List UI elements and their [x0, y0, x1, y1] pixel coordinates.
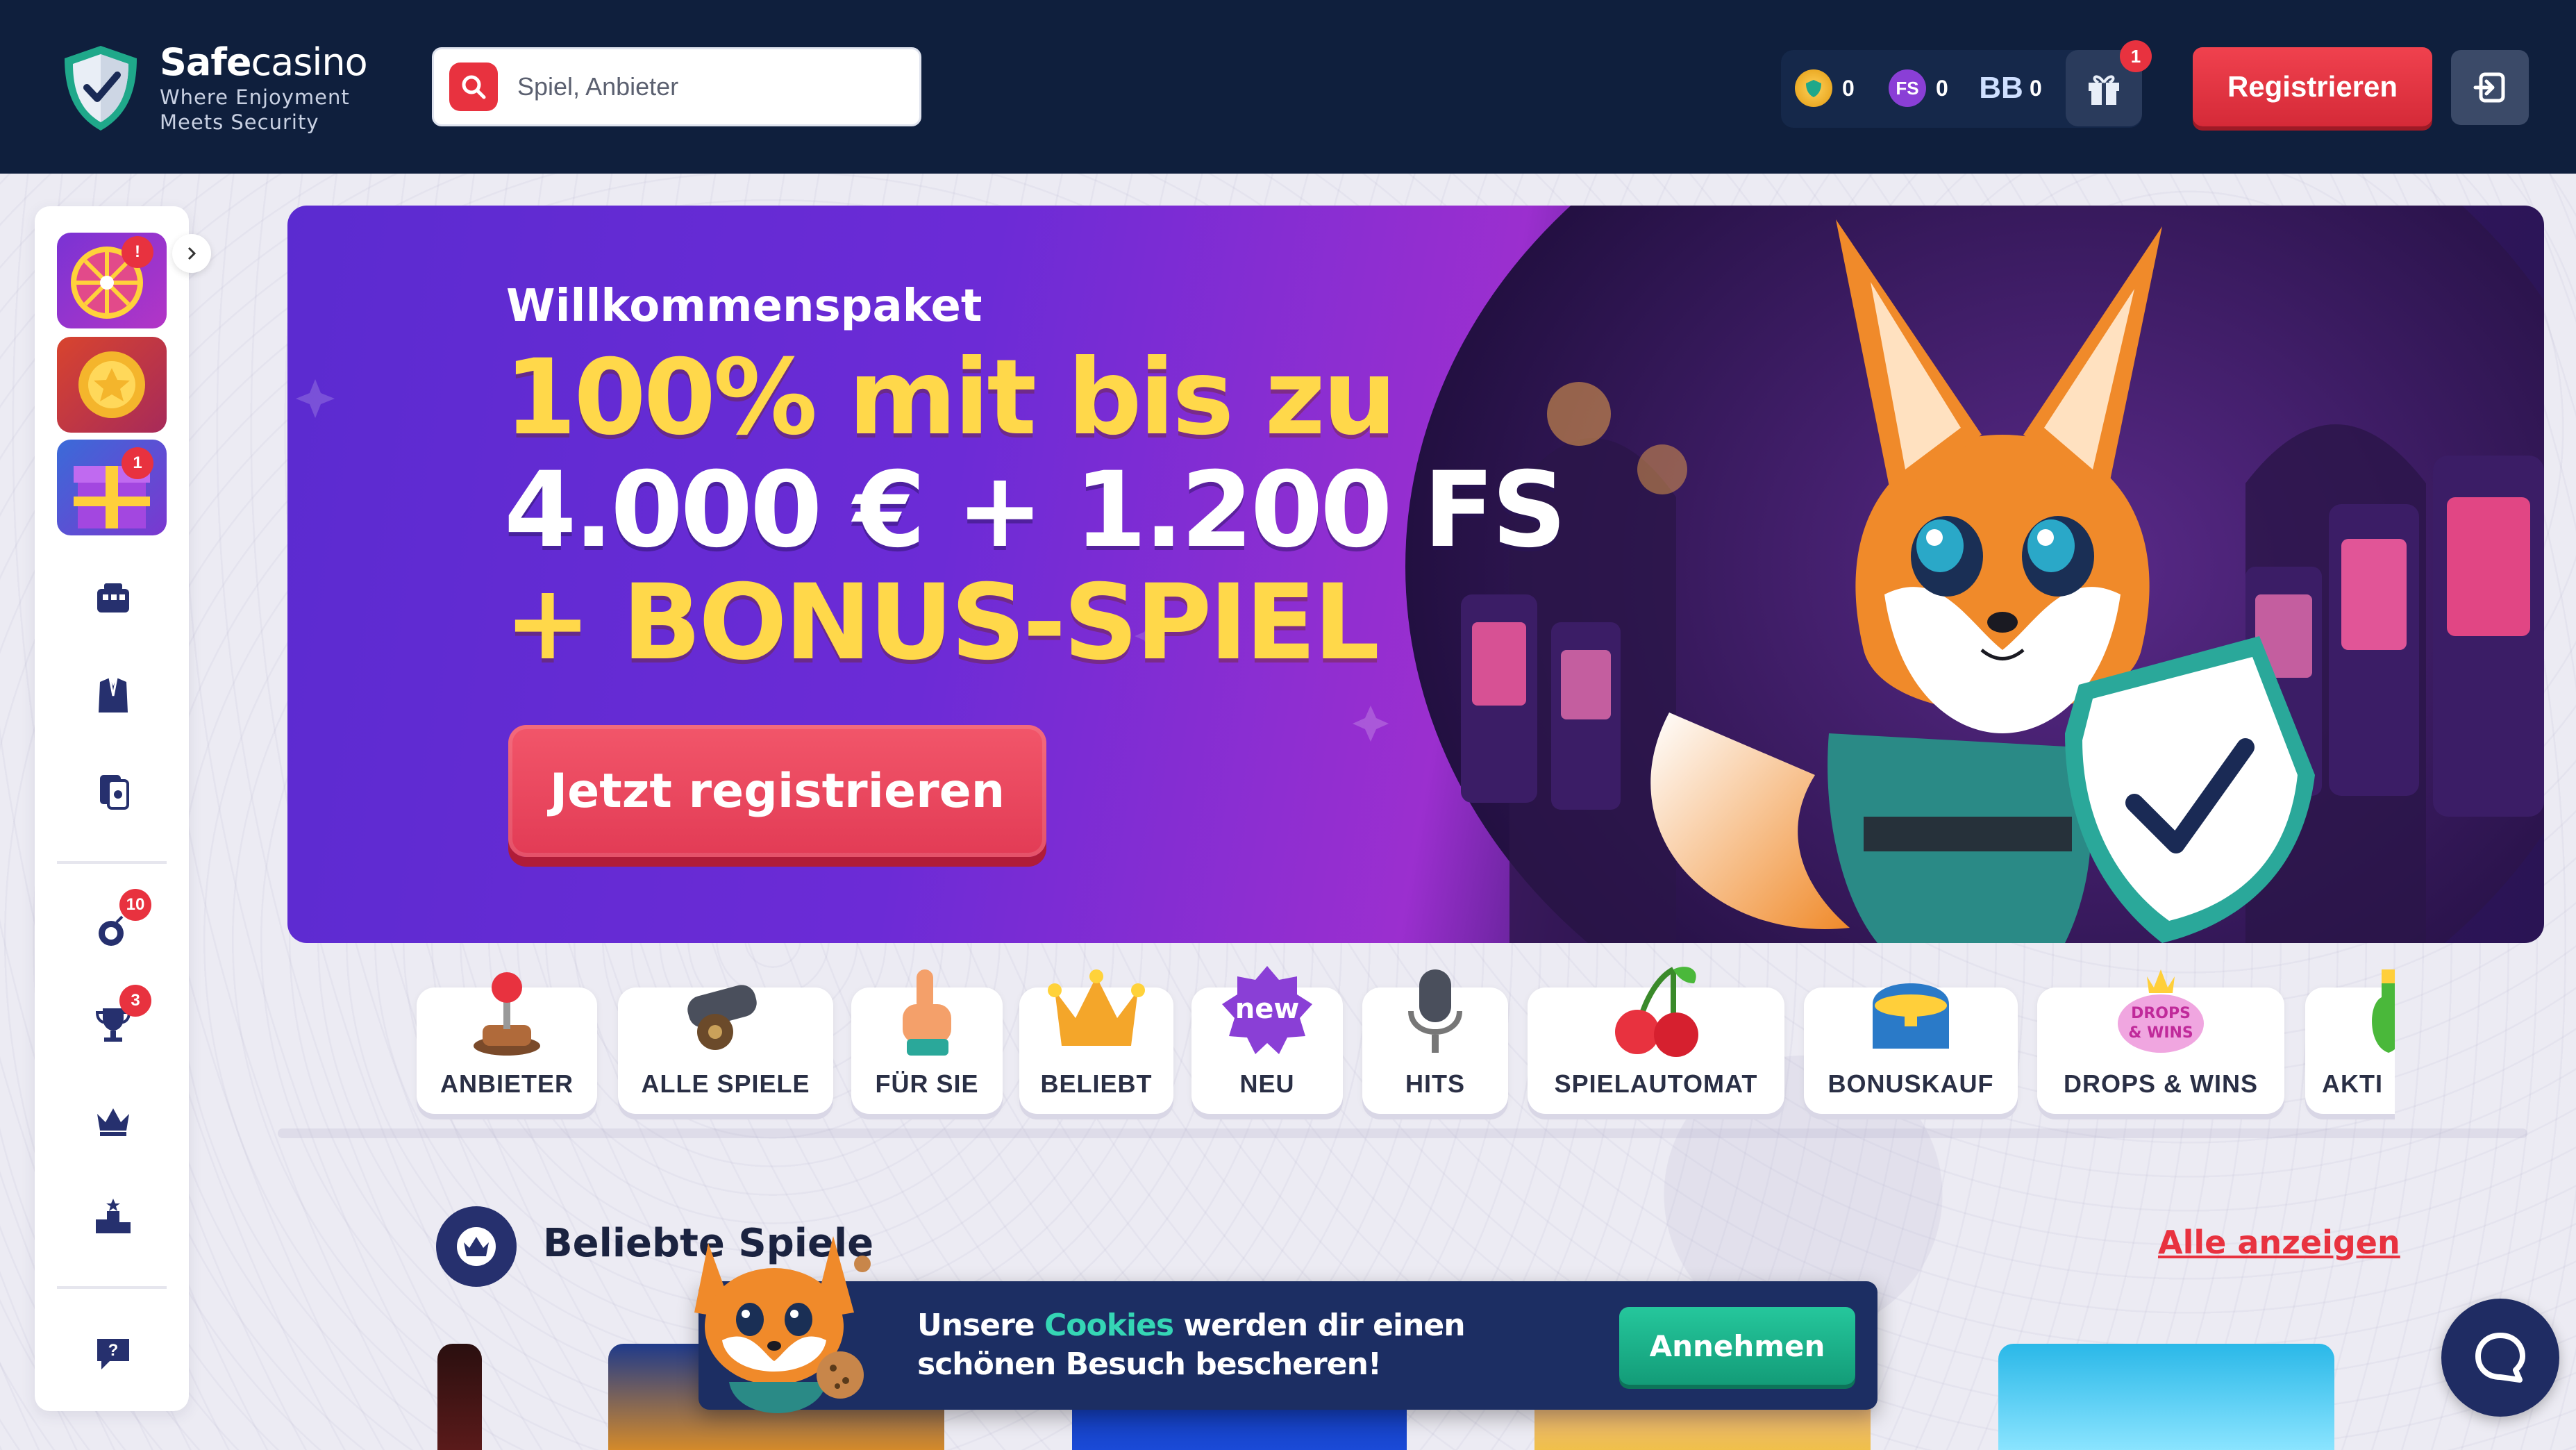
game-card-partial[interactable] — [437, 1344, 482, 1450]
cookie-policy-link[interactable]: Cookies — [1044, 1308, 1174, 1343]
gift-icon — [2089, 75, 2119, 105]
drops-wins-icon: DROPS & WINS — [2118, 969, 2204, 1053]
sidebar-promotions[interactable] — [89, 575, 137, 624]
search-icon[interactable] — [449, 62, 498, 111]
bomb-count-badge: 10 — [119, 889, 151, 921]
logo-shield-icon[interactable] — [59, 43, 142, 133]
svg-text:new: new — [1235, 993, 1300, 1025]
svg-text:?: ? — [108, 1341, 119, 1360]
category-hits[interactable]: HITS — [1362, 969, 1508, 1114]
category-new[interactable]: new NEU — [1191, 966, 1343, 1114]
login-button[interactable] — [2451, 50, 2529, 125]
hero-headline-3: + BONUS-SPIEL — [504, 562, 1380, 683]
microphone-icon — [1408, 969, 1462, 1053]
register-now-button[interactable]: Jetzt registrieren — [508, 725, 1046, 857]
cookie-message: Unsere Cookies werden dir einen schönen … — [917, 1308, 1466, 1382]
register-button[interactable]: Registrieren — [2193, 47, 2432, 126]
sidebar-vip[interactable] — [89, 1096, 137, 1144]
potion-icon — [2372, 969, 2395, 1053]
search-box[interactable] — [432, 47, 921, 126]
search-input[interactable] — [517, 72, 892, 101]
free-spins-balance[interactable]: FS 0 — [1889, 69, 1948, 107]
category-popular[interactable]: BELIEBT — [1019, 969, 1173, 1114]
game-card-4[interactable] — [1998, 1344, 2334, 1450]
cannon-icon — [687, 985, 757, 1050]
hero-headline-1: 100% mit bis zu — [504, 338, 1397, 458]
trophy-count-badge: 3 — [119, 985, 151, 1017]
live-chat-button[interactable] — [2441, 1299, 2559, 1417]
category-all-games[interactable]: ALLE SPIELE — [618, 985, 833, 1114]
fox-mascot-cookie-icon — [694, 1236, 871, 1413]
suit-jacket-icon — [99, 677, 128, 712]
category-providers[interactable]: ANBIETER — [417, 972, 597, 1114]
category-drops-wins[interactable]: DROPS & WINS DROPS & WINS — [2037, 969, 2284, 1114]
wheel-alert-badge: ! — [122, 236, 153, 268]
treasure-chest-icon — [1873, 983, 1949, 1049]
gift-box-badge: 1 — [122, 447, 153, 479]
help-chat-icon: ? — [97, 1339, 129, 1369]
sidebar-leaderboard[interactable] — [89, 1192, 137, 1240]
sidebar-support[interactable]: ? — [89, 1329, 137, 1378]
category-bonus-buy[interactable]: BONUSKAUF — [1804, 983, 2018, 1114]
sidebar-divider — [57, 861, 167, 864]
joystick-icon — [474, 972, 540, 1056]
gold-medal-icon — [78, 351, 145, 418]
crown-icon — [1048, 969, 1145, 1046]
pointing-hand-icon — [903, 969, 951, 1056]
sidebar-vip-club[interactable] — [89, 671, 137, 719]
top-header: Safecasino Where Enjoyment Meets Securit… — [0, 0, 2576, 174]
bonus-balance-icon: BB — [1979, 71, 2023, 105]
new-badge-icon: new — [1222, 966, 1312, 1054]
free-spins-value: 0 — [1936, 75, 1948, 101]
sidebar-cards[interactable] — [89, 767, 137, 815]
cherry-icon — [1615, 967, 1698, 1057]
category-for-you[interactable]: FÜR SIE — [851, 969, 1003, 1114]
bonus-balance-value: 0 — [2030, 75, 2042, 101]
chat-bubble-icon — [2475, 1333, 2525, 1383]
coin-balance[interactable]: 0 — [1795, 69, 1855, 107]
coin-balance-value: 0 — [1842, 75, 1855, 101]
category-strip-viewport: ANBIETER ALLE SPIELE FÜR SIE BELIEBT new… — [287, 951, 2395, 1135]
crown-icon — [457, 1227, 496, 1266]
coin-icon — [1795, 69, 1832, 107]
sidebar-bonus-coin[interactable] — [57, 337, 167, 433]
ticket-icon — [97, 583, 129, 612]
category-strip: ANBIETER ALLE SPIELE FÜR SIE BELIEBT new… — [287, 951, 2544, 1135]
crown-icon — [97, 1108, 129, 1136]
hero-kicker: Willkommenspaket — [506, 281, 982, 332]
show-all-link[interactable]: Alle anzeigen — [2158, 1224, 2400, 1261]
category-slots[interactable]: SPIELAUTOMAT — [1528, 967, 1784, 1114]
bonus-balance[interactable]: BB 0 — [1979, 69, 2042, 107]
popular-crown-badge — [436, 1206, 517, 1287]
category-promotions[interactable]: AKTI — [2305, 969, 2395, 1114]
logo-tagline: Where Enjoyment Meets Security — [160, 85, 350, 134]
hero-banner[interactable]: Willkommenspaket 100% mit bis zu 4.000 €… — [287, 206, 2544, 943]
accept-cookies-button[interactable]: Annehmen — [1619, 1307, 1855, 1385]
svg-text:DROPS: DROPS — [2131, 1005, 2191, 1022]
svg-text:& WINS: & WINS — [2128, 1024, 2193, 1042]
sidebar-expand-toggle[interactable] — [172, 234, 211, 273]
playing-cards-icon — [100, 775, 129, 810]
gift-notification-badge: 1 — [2120, 40, 2152, 72]
login-icon — [2473, 72, 2505, 103]
sidebar-divider-2 — [57, 1286, 167, 1289]
free-spins-icon: FS — [1889, 69, 1926, 107]
hero-headline-2: 4.000 € + 1.200 FS — [504, 450, 1566, 571]
chevron-right-icon — [187, 247, 196, 260]
podium-icon — [96, 1199, 131, 1233]
logo-text[interactable]: Safecasino — [160, 40, 368, 84]
